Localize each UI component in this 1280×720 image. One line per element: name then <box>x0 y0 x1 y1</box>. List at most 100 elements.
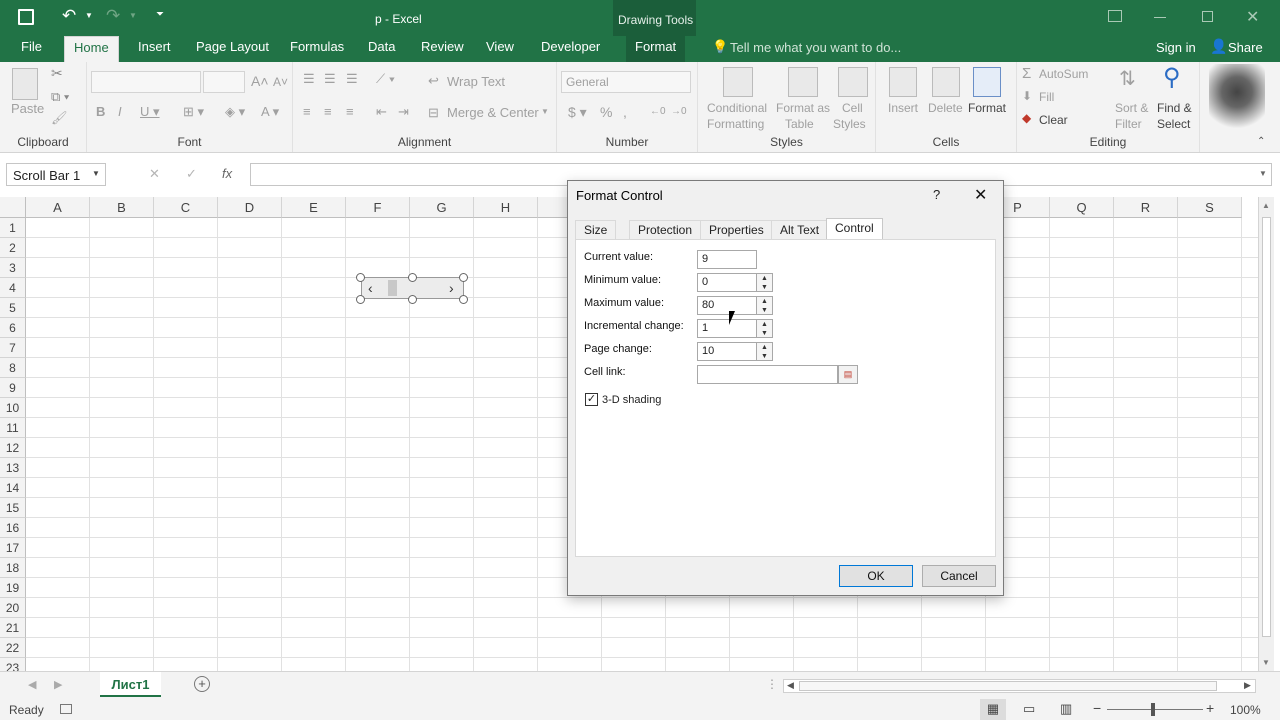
cell-link-input[interactable] <box>697 365 838 384</box>
page-change-spinner[interactable]: ▲ ▼ <box>757 342 773 361</box>
column-header[interactable]: F <box>346 197 410 218</box>
middle-align-icon[interactable]: ☰ <box>324 71 336 87</box>
tab-formulas[interactable]: Formulas <box>281 36 353 62</box>
row-header[interactable]: 18 <box>0 558 26 578</box>
incremental-change-input[interactable]: 1 <box>697 319 757 338</box>
close-dialog-icon[interactable]: ✕ <box>974 185 987 205</box>
sign-in-link[interactable]: Sign in <box>1156 40 1196 55</box>
zoom-out-icon[interactable]: − <box>1093 700 1101 716</box>
autosum-button[interactable]: AutoSum <box>1039 67 1088 81</box>
spin-up-icon[interactable]: ▲ <box>757 343 772 352</box>
bottom-align-icon[interactable]: ☰ <box>346 71 358 87</box>
row-header[interactable]: 14 <box>0 478 26 498</box>
confirm-entry-icon[interactable]: ✓ <box>186 166 197 182</box>
column-header[interactable]: C <box>154 197 218 218</box>
row-header[interactable]: 15 <box>0 498 26 518</box>
column-header[interactable]: S <box>1178 197 1242 218</box>
merge-dropdown-icon[interactable]: ▼ <box>541 107 549 116</box>
format-as-table-label-2[interactable]: Table <box>785 117 814 131</box>
minimum-value-spinner[interactable]: ▲ ▼ <box>757 273 773 292</box>
save-icon[interactable] <box>18 9 34 25</box>
zoom-slider-thumb[interactable] <box>1151 703 1155 716</box>
redo-icon[interactable]: ↷ <box>106 6 120 26</box>
zoom-slider[interactable] <box>1107 709 1203 710</box>
undo-dropdown-icon[interactable]: ▼ <box>85 11 93 20</box>
delete-cells-button[interactable]: Delete <box>928 101 963 115</box>
name-box[interactable]: Scroll Bar 1 <box>6 163 106 186</box>
maximum-value-spinner[interactable]: ▲ ▼ <box>757 296 773 315</box>
tab-format[interactable]: Format <box>626 36 686 62</box>
format-painter-icon[interactable]: 🖌 <box>51 110 68 126</box>
scroll-right-arrow-icon[interactable]: › <box>449 280 454 296</box>
tab-alt-text[interactable]: Alt Text <box>771 220 829 240</box>
bold-icon[interactable]: B <box>96 104 105 119</box>
tab-size[interactable]: Size <box>575 220 617 240</box>
format-as-table-label-1[interactable]: Format as <box>776 101 830 115</box>
row-header[interactable]: 19 <box>0 578 26 598</box>
zoom-in-icon[interactable]: + <box>1206 700 1214 716</box>
tab-protection[interactable]: Protection <box>629 220 702 240</box>
number-format-box[interactable]: General <box>561 71 691 93</box>
row-header[interactable]: 10 <box>0 398 26 418</box>
scroll-up-icon[interactable]: ▲ <box>1262 201 1270 210</box>
spin-down-icon[interactable]: ▼ <box>757 283 772 292</box>
find-select-label-2[interactable]: Select <box>1157 117 1190 131</box>
tab-data[interactable]: Data <box>359 36 404 62</box>
cell-styles-label-1[interactable]: Cell <box>842 101 863 115</box>
row-header[interactable]: 9 <box>0 378 26 398</box>
column-header[interactable]: G <box>410 197 474 218</box>
scroll-down-icon[interactable]: ▼ <box>1262 658 1270 667</box>
sheet-tab-list1[interactable]: Лист1 <box>100 672 161 697</box>
normal-view-icon[interactable]: ▦ <box>980 699 1006 720</box>
zoom-level[interactable]: 100% <box>1230 703 1261 717</box>
resize-handle[interactable] <box>459 273 468 282</box>
row-header[interactable]: 7 <box>0 338 26 358</box>
orientation-icon[interactable]: ⟋ ▾ <box>376 71 395 87</box>
fill-button[interactable]: Fill <box>1039 90 1054 104</box>
tab-review[interactable]: Review <box>412 36 473 62</box>
wrap-text-button[interactable]: Wrap Text <box>447 74 505 89</box>
collapse-dialog-icon[interactable]: ▤ <box>838 365 858 384</box>
new-sheet-icon[interactable]: + <box>194 676 210 692</box>
insert-function-icon[interactable]: fx <box>222 166 232 181</box>
maximize-icon[interactable] <box>1202 11 1213 22</box>
conditional-formatting-label-2[interactable]: Formatting <box>707 117 764 131</box>
format-cells-button[interactable]: Format <box>968 101 1006 115</box>
font-name-box[interactable] <box>91 71 201 93</box>
resize-handle[interactable] <box>459 295 468 304</box>
paste-button[interactable]: Paste <box>11 101 44 116</box>
sort-filter-label-1[interactable]: Sort & <box>1115 101 1148 115</box>
insert-cells-button[interactable]: Insert <box>888 101 918 115</box>
paste-icon[interactable] <box>12 68 38 100</box>
comma-icon[interactable]: , <box>623 104 627 120</box>
decrease-decimal-icon[interactable]: →0 <box>671 106 687 117</box>
column-header[interactable]: E <box>282 197 346 218</box>
share-button[interactable]: Share <box>1228 40 1263 55</box>
borders-icon[interactable]: ⊞ ▾ <box>183 104 204 120</box>
row-header[interactable]: 11 <box>0 418 26 438</box>
cancel-entry-icon[interactable]: ✕ <box>149 166 160 182</box>
tab-developer[interactable]: Developer <box>532 36 609 62</box>
resize-handle[interactable] <box>408 273 417 282</box>
minimum-value-input[interactable]: 0 <box>697 273 757 292</box>
tell-me-box[interactable]: Tell me what you want to do... <box>730 40 901 55</box>
spin-up-icon[interactable]: ▲ <box>757 320 772 329</box>
row-header[interactable]: 20 <box>0 598 26 618</box>
italic-icon[interactable]: I <box>118 104 122 119</box>
undo-icon[interactable]: ↶ <box>62 6 76 26</box>
minimize-icon[interactable] <box>1154 17 1166 18</box>
tab-page-layout[interactable]: Page Layout <box>187 36 278 62</box>
spin-down-icon[interactable]: ▼ <box>757 352 772 361</box>
shrink-font-icon[interactable]: A˅ <box>273 75 288 89</box>
spin-up-icon[interactable]: ▲ <box>757 297 772 306</box>
tab-home[interactable]: Home <box>64 36 119 62</box>
fill-color-icon[interactable]: ◈ ▾ <box>225 104 245 120</box>
tab-file[interactable]: File <box>12 36 51 62</box>
column-header[interactable]: A <box>26 197 90 218</box>
row-header[interactable]: 8 <box>0 358 26 378</box>
merge-center-button[interactable]: Merge & Center <box>447 105 539 120</box>
sheet-bar-splitter-icon[interactable]: ⋮ <box>766 677 778 691</box>
row-header[interactable]: 3 <box>0 258 26 278</box>
sort-filter-label-2[interactable]: Filter <box>1115 117 1142 131</box>
tab-insert[interactable]: Insert <box>129 36 180 62</box>
